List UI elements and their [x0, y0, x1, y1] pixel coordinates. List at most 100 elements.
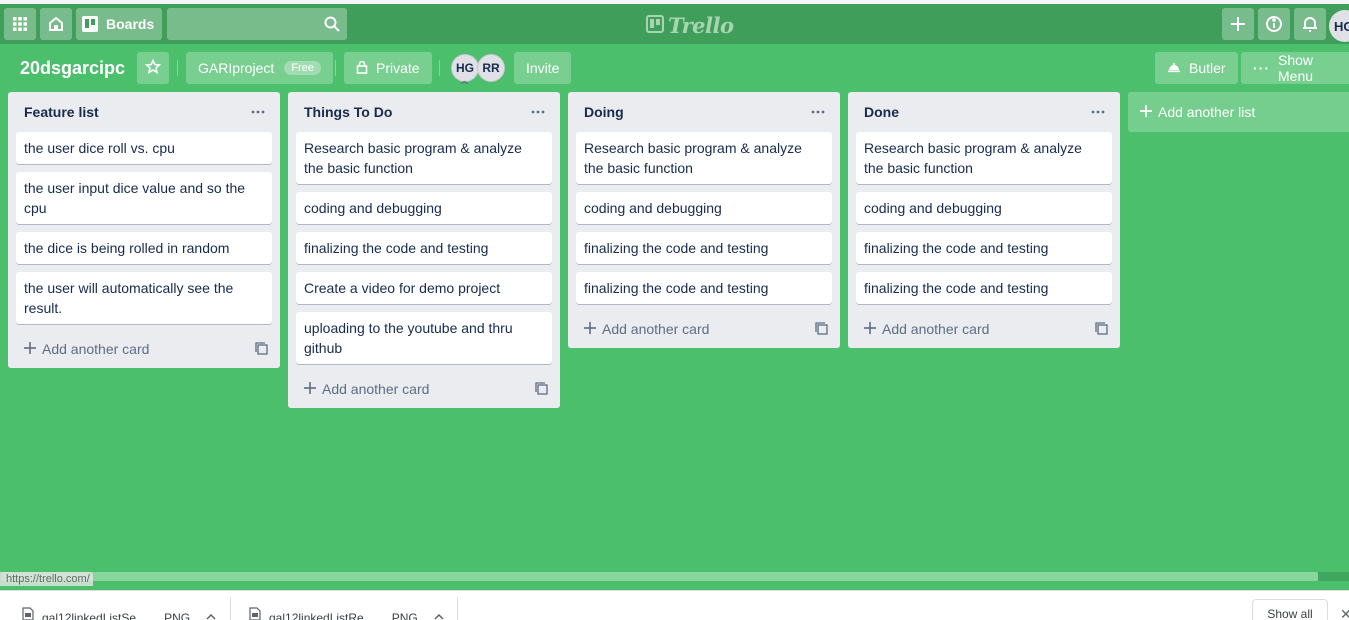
list-header: Things To Do	[288, 92, 560, 132]
add-list-button[interactable]: Add another list	[1128, 92, 1349, 132]
card-template-icon[interactable]	[815, 322, 828, 338]
card-template-icon[interactable]	[1095, 322, 1108, 338]
boards-button[interactable]: Boards	[76, 8, 163, 40]
list-menu-icon[interactable]	[526, 100, 550, 124]
card[interactable]: finalizing the code and testing	[856, 272, 1112, 304]
card-template-icon[interactable]	[255, 342, 268, 358]
plus-icon	[1229, 15, 1247, 33]
plus-icon	[864, 321, 876, 337]
trello-logo-icon	[646, 13, 664, 38]
header-divider	[439, 60, 440, 76]
plus-icon	[24, 341, 36, 357]
horizontal-scrollbar[interactable]	[2, 572, 1318, 581]
download-divider	[457, 597, 458, 620]
list-menu-icon[interactable]	[806, 100, 830, 124]
team-name: GARIproject	[198, 60, 275, 76]
add-card-button[interactable]: Add another card	[16, 330, 272, 368]
scrollbar-track-end	[1318, 572, 1349, 581]
invite-button[interactable]: Invite	[514, 52, 572, 84]
card[interactable]: the user input dice value and so the cpu	[16, 172, 272, 224]
plan-badge: Free	[284, 61, 321, 75]
boards-icon	[82, 16, 98, 32]
trello-logo[interactable]: Trello	[646, 12, 734, 38]
card-template-icon[interactable]	[535, 382, 548, 398]
card[interactable]: the user dice roll vs. cpu	[16, 132, 272, 164]
member-avatar[interactable]: HG ︽	[451, 54, 479, 85]
apps-grid-icon	[12, 16, 28, 32]
search-input[interactable]	[167, 8, 317, 40]
card[interactable]: the user will automatically see the resu…	[16, 272, 272, 324]
file-icon	[249, 607, 261, 620]
list-menu-icon[interactable]	[246, 100, 270, 124]
list-menu-icon[interactable]	[1086, 100, 1110, 124]
add-card-label: Add another card	[322, 381, 430, 397]
card[interactable]: finalizing the code and testing	[576, 272, 832, 304]
card[interactable]: coding and debugging	[576, 192, 832, 224]
search-icon[interactable]	[323, 15, 341, 38]
butler-icon	[1167, 60, 1181, 76]
member-initials: HG	[456, 61, 474, 75]
list-header: Doing	[568, 92, 840, 132]
info-button[interactable]	[1258, 8, 1290, 40]
star-button[interactable]	[137, 52, 169, 84]
download-item[interactable]: gal12linkedListRe... PNG	[249, 601, 444, 620]
home-button[interactable]	[40, 8, 72, 40]
add-card-button[interactable]: Add another card	[296, 370, 552, 408]
add-card-button[interactable]: Add another card	[856, 310, 1112, 348]
list-title[interactable]: Feature list	[24, 104, 99, 120]
card[interactable]: Research basic program & analyze the bas…	[576, 132, 832, 184]
card[interactable]: coding and debugging	[856, 192, 1112, 224]
show-menu-label: Show Menu	[1278, 52, 1314, 84]
chevron-up-icon[interactable]	[206, 609, 216, 620]
bell-icon	[1302, 15, 1318, 33]
card[interactable]: the dice is being rolled in random	[16, 232, 272, 264]
download-bar: gal12linkedListSe... PNG gal12linkedList…	[0, 590, 1349, 620]
download-filename: gal12linkedListSe...	[42, 611, 147, 620]
list-doing: Doing Research basic program & analyze t…	[568, 92, 840, 348]
chevron-up-icon[interactable]	[434, 609, 444, 620]
card[interactable]: uploading to the youtube and thru github	[296, 312, 552, 364]
notifications-button[interactable]	[1294, 8, 1326, 40]
list-done: Done Research basic program & analyze th…	[848, 92, 1120, 348]
butler-label: Butler	[1189, 60, 1226, 76]
list-title[interactable]: Things To Do	[304, 104, 392, 120]
show-all-button[interactable]: Show all	[1252, 599, 1328, 620]
card[interactable]: Create a video for demo project	[296, 272, 552, 304]
list-title[interactable]: Done	[864, 104, 899, 120]
show-menu-button[interactable]: ··· Show Menu	[1241, 52, 1349, 84]
close-icon[interactable]: ✕	[1340, 606, 1349, 620]
list-things-to-do: Things To Do Research basic program & an…	[288, 92, 560, 408]
list-title[interactable]: Doing	[584, 104, 624, 120]
apps-button[interactable]	[4, 8, 36, 40]
add-card-label: Add another card	[42, 341, 150, 357]
download-filetype: PNG	[164, 611, 191, 620]
butler-button[interactable]: Butler	[1155, 52, 1238, 84]
plus-icon	[304, 381, 316, 397]
create-button[interactable]	[1222, 8, 1254, 40]
download-filetype: PNG	[391, 611, 418, 620]
visibility-button[interactable]: Private	[344, 52, 432, 84]
invite-label: Invite	[526, 60, 560, 76]
home-icon	[47, 15, 65, 33]
card[interactable]: Research basic program & analyze the bas…	[856, 132, 1112, 184]
add-list-label: Add another list	[1158, 104, 1256, 120]
add-card-button[interactable]: Add another card	[576, 310, 832, 348]
user-initials: HG	[1334, 18, 1349, 34]
card[interactable]: Research basic program & analyze the bas…	[296, 132, 552, 184]
app-header: Boards Trello HG	[0, 4, 1349, 44]
ellipsis-icon: ···	[1253, 60, 1270, 76]
search-box[interactable]	[167, 8, 347, 40]
card[interactable]: finalizing the code and testing	[296, 232, 552, 264]
list-header: Done	[848, 92, 1120, 132]
card[interactable]: finalizing the code and testing	[576, 232, 832, 264]
card[interactable]: finalizing the code and testing	[856, 232, 1112, 264]
download-item[interactable]: gal12linkedListSe... PNG	[22, 601, 216, 620]
team-button[interactable]: GARIproject Free	[186, 52, 333, 84]
card[interactable]: coding and debugging	[296, 192, 552, 224]
member-avatar[interactable]: RR	[477, 54, 505, 82]
download-filename: gal12linkedListRe...	[269, 611, 374, 620]
board-title[interactable]: 20dsgarcipc	[12, 52, 133, 84]
add-card-label: Add another card	[602, 321, 710, 337]
user-avatar[interactable]: HG	[1329, 10, 1349, 42]
info-icon	[1265, 15, 1283, 33]
